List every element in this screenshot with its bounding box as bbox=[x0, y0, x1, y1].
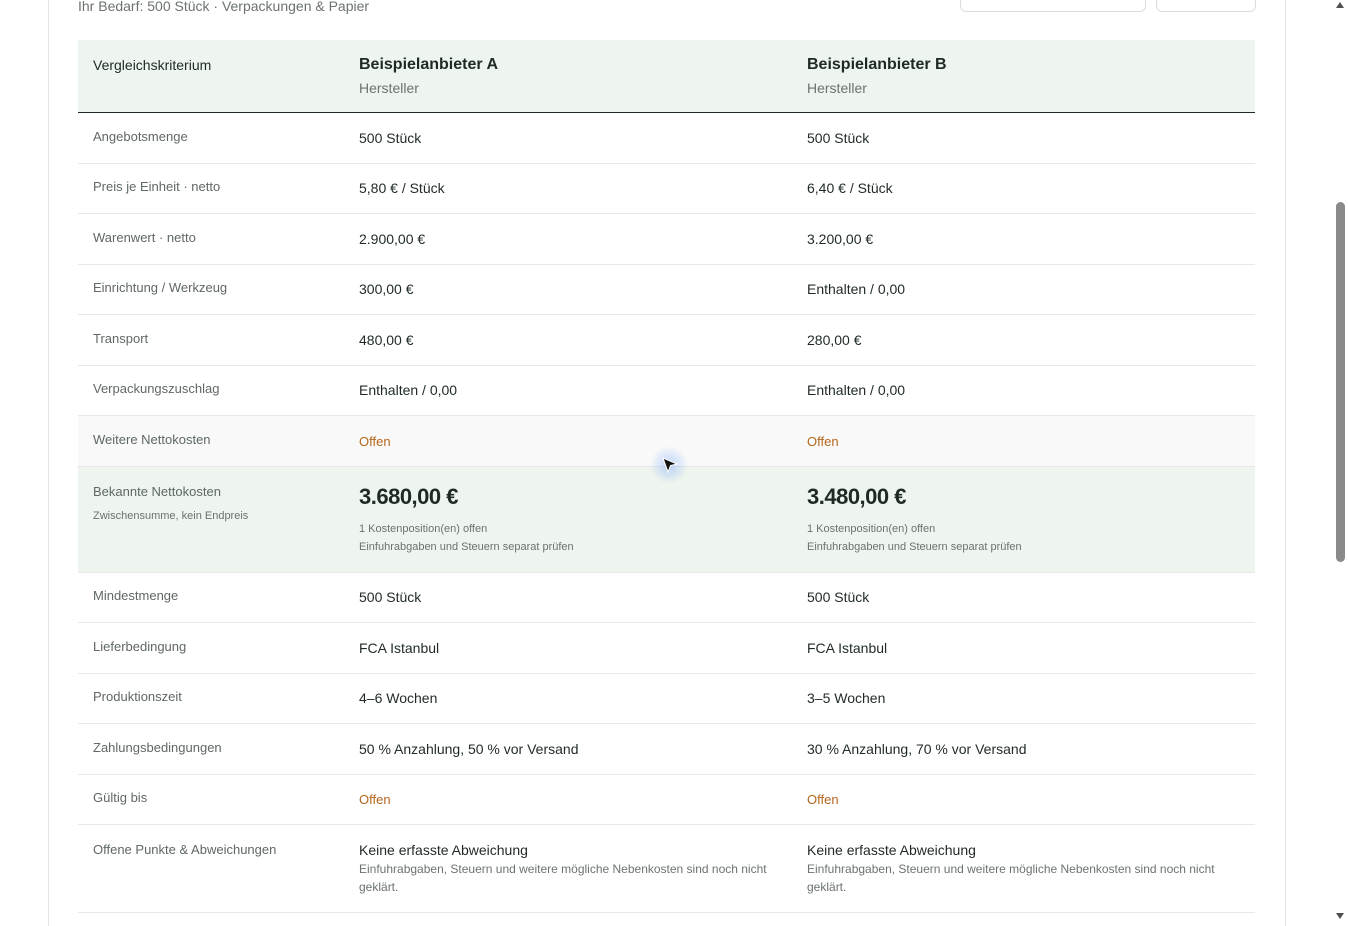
vendor-a-value: 500 Stück bbox=[359, 589, 422, 606]
table-row: Warenwert · netto 2.900,00 € 3.200,00 € bbox=[78, 214, 1255, 265]
criterion-header: Vergleichskriterium bbox=[93, 57, 212, 73]
table-row: Einrichtung / Werkzeug 300,00 € Enthalte… bbox=[78, 265, 1255, 315]
vendor-a-value: Offen bbox=[359, 433, 807, 449]
row-label: Angebotsmenge bbox=[93, 128, 188, 144]
vendor-b-value: 500 Stück bbox=[807, 589, 870, 606]
table-row: Zahlungsbedingungen 50 % Anzahlung, 50 %… bbox=[78, 724, 1255, 775]
vendor-a-total-note: Einfuhrabgaben und Steuern separat prüfe… bbox=[359, 540, 574, 553]
demand-subtitle: Ihr Bedarf: 500 Stück · Verpackungen & P… bbox=[78, 0, 370, 14]
row-label: Einrichtung / Werkzeug bbox=[93, 280, 228, 296]
vendor-a-value: 5,80 € / Stück bbox=[359, 180, 445, 197]
vendor-a-value: Offen bbox=[359, 791, 807, 807]
scroll-up-arrow-icon[interactable] bbox=[1336, 2, 1344, 8]
table-row: Verpackungszuschlag Enthalten / 0,00 Ent… bbox=[78, 366, 1255, 416]
row-label: Zahlungsbedingungen bbox=[93, 739, 222, 755]
open-status: Offen bbox=[807, 433, 839, 449]
vendor-b-header: Beispielanbieter B Hersteller bbox=[807, 40, 1255, 96]
vendor-a-deviation: Keine erfasste Abweichung Einfuhrabgaben… bbox=[359, 825, 807, 896]
vendor-b-total-note: 1 Kostenposition(en) offen bbox=[807, 522, 936, 535]
vendor-a-value: FCA Istanbul bbox=[359, 639, 440, 656]
vendor-b-value: Offen bbox=[807, 791, 1255, 807]
row-label: Weitere Nettokosten bbox=[93, 431, 211, 447]
vendor-b-value: Offen bbox=[807, 433, 1255, 449]
table-row: Angebotsmenge 500 Stück 500 Stück bbox=[78, 113, 1255, 164]
vendor-b-value: 3–5 Wochen bbox=[807, 690, 886, 707]
row-label: Warenwert · netto bbox=[93, 229, 196, 245]
toolbar-button-primary[interactable] bbox=[960, 0, 1146, 12]
vendor-b-value: 500 Stück bbox=[807, 129, 870, 146]
open-status: Offen bbox=[807, 792, 839, 808]
vendor-b-value: FCA Istanbul bbox=[807, 639, 888, 656]
vendor-a-value: 500 Stück bbox=[359, 129, 422, 146]
vendor-b-value: Enthalten / 0,00 bbox=[807, 281, 906, 298]
row-label: Verpackungszuschlag bbox=[93, 381, 220, 397]
vendor-b-total-value: 3.480,00 € bbox=[807, 483, 906, 509]
table-row: Preis je Einheit · netto 5,80 € / Stück … bbox=[78, 164, 1255, 214]
vendor-b-value: 6,40 € / Stück bbox=[807, 180, 893, 197]
vendor-b-value: 3.200,00 € bbox=[807, 230, 874, 247]
vendor-a-value: 300,00 € bbox=[359, 281, 414, 298]
vendor-b-total-note: Einfuhrabgaben und Steuern separat prüfe… bbox=[807, 540, 1022, 553]
table-row: Lieferbedingung FCA Istanbul FCA Istanbu… bbox=[78, 623, 1255, 674]
row-label: Preis je Einheit · netto bbox=[93, 179, 221, 195]
deviations-row: Offene Punkte & Abweichungen Keine erfas… bbox=[78, 825, 1255, 913]
vendor-b-deviation: Keine erfasste Abweichung Einfuhrabgaben… bbox=[807, 825, 1255, 896]
row-label: Offene Punkte & Abweichungen bbox=[93, 842, 277, 857]
vendor-a-value: Enthalten / 0,00 bbox=[359, 382, 458, 399]
vendor-a-header: Beispielanbieter A Hersteller bbox=[359, 40, 807, 96]
vendor-a-value: 50 % Anzahlung, 50 % vor Versand bbox=[359, 740, 579, 757]
row-label: Gültig bis bbox=[93, 790, 148, 806]
vendor-a-value: 4–6 Wochen bbox=[359, 690, 438, 707]
row-label: Mindestmenge bbox=[93, 588, 179, 604]
vendor-a-deviation-note: Einfuhrabgaben, Steuern und weitere mögl… bbox=[359, 862, 767, 894]
table-header: Vergleichskriterium Beispielanbieter A H… bbox=[78, 40, 1255, 113]
table-row: Produktionszeit 4–6 Wochen 3–5 Wochen bbox=[78, 674, 1255, 724]
vendor-a-value: 480,00 € bbox=[359, 331, 414, 348]
open-status: Offen bbox=[359, 792, 391, 808]
total-sublabel: Zwischensumme, kein Endpreis bbox=[93, 509, 249, 522]
vendor-b-value: 280,00 € bbox=[807, 331, 862, 348]
vendor-b-name: Beispielanbieter B bbox=[807, 56, 947, 73]
scrollbar-thumb[interactable] bbox=[1336, 202, 1345, 562]
vendor-a-type: Hersteller bbox=[359, 80, 419, 96]
vendor-a-deviation-title: Keine erfasste Abweichung bbox=[359, 842, 528, 858]
vendor-a-total-value: 3.680,00 € bbox=[359, 483, 458, 509]
row-label: Produktionszeit bbox=[93, 689, 182, 705]
toolbar-button-secondary[interactable] bbox=[1156, 0, 1256, 12]
vendor-b-deviation-note: Einfuhrabgaben, Steuern und weitere mögl… bbox=[807, 862, 1215, 894]
row-label: Transport bbox=[93, 330, 149, 346]
vendor-a-total-note: 1 Kostenposition(en) offen bbox=[359, 522, 488, 535]
total-label-cell: Bekannte Nettokosten Zwischensumme, kein… bbox=[78, 467, 359, 522]
vendor-b-total: 3.480,00 € 1 Kostenposition(en) offen Ei… bbox=[807, 467, 1255, 556]
total-label: Bekannte Nettokosten bbox=[93, 483, 221, 499]
open-status: Offen bbox=[359, 433, 391, 449]
vendor-a-value: 2.900,00 € bbox=[359, 230, 426, 247]
vendor-b-type: Hersteller bbox=[807, 80, 867, 96]
table-row: Mindestmenge 500 Stück 500 Stück bbox=[78, 573, 1255, 623]
table-row: Gültig bis Offen Offen bbox=[78, 775, 1255, 825]
vendor-a-total: 3.680,00 € 1 Kostenposition(en) offen Ei… bbox=[359, 467, 807, 556]
scroll-down-arrow-icon[interactable] bbox=[1336, 913, 1344, 919]
vendor-b-value: Enthalten / 0,00 bbox=[807, 382, 906, 399]
vendor-a-name: Beispielanbieter A bbox=[359, 56, 499, 73]
vendor-b-deviation-title: Keine erfasste Abweichung bbox=[807, 842, 976, 858]
row-label: Lieferbedingung bbox=[93, 638, 187, 654]
vendor-b-value: 30 % Anzahlung, 70 % vor Versand bbox=[807, 740, 1027, 757]
table-row: Transport 480,00 € 280,00 € bbox=[78, 315, 1255, 366]
mouse-cursor-icon bbox=[662, 457, 679, 474]
